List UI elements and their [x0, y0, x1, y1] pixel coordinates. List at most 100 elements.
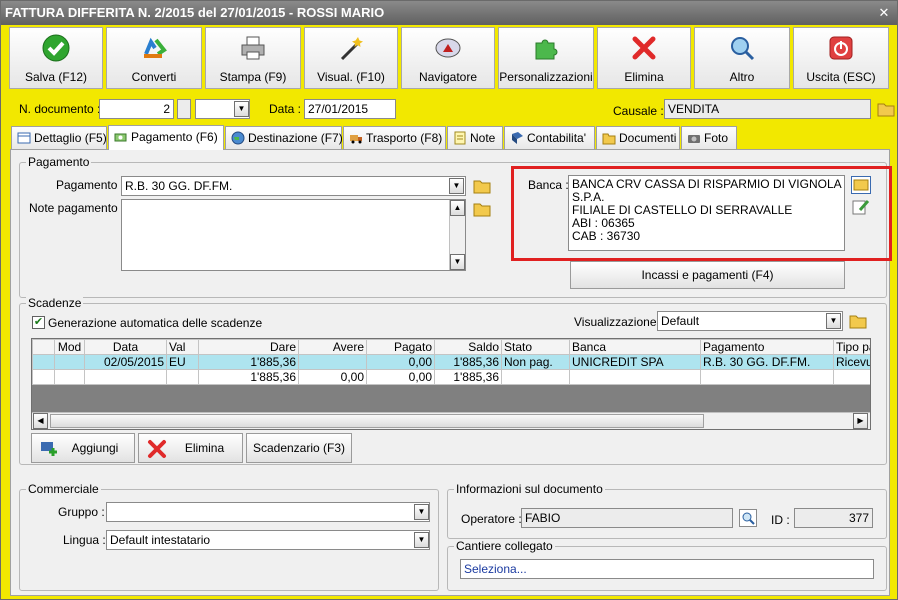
- preview-button[interactable]: Visual. (F10): [304, 27, 398, 89]
- table-row[interactable]: 02/05/2015 EU 1'885,36 0,00 1'885,36 Non…: [32, 354, 870, 370]
- tab-pagamento[interactable]: Pagamento (F6): [108, 125, 224, 150]
- commerciale-group-title: Commerciale: [26, 482, 101, 496]
- chevron-down-icon[interactable]: ▼: [449, 178, 464, 194]
- customize-button[interactable]: Personalizzazioni: [498, 27, 594, 89]
- folder-icon[interactable]: [473, 177, 491, 195]
- chevron-down-icon[interactable]: ▼: [414, 532, 429, 548]
- table-cell: 1'885,36: [198, 369, 299, 385]
- close-icon[interactable]: ✕: [877, 1, 891, 25]
- tab-trasporto[interactable]: Trasporto (F8): [343, 126, 446, 149]
- tab-foto[interactable]: Foto: [681, 126, 737, 149]
- more-button[interactable]: Altro: [694, 27, 790, 89]
- table-cell: 0,00: [366, 369, 435, 385]
- column-header[interactable]: Banca: [569, 339, 701, 355]
- tab-note[interactable]: Note: [447, 126, 503, 149]
- check-icon: [42, 34, 70, 62]
- exit-button[interactable]: Uscita (ESC): [793, 27, 889, 89]
- select-icon[interactable]: [851, 176, 871, 194]
- save-button-label: Salva (F12): [24, 70, 88, 84]
- convert-button[interactable]: Converti: [106, 27, 202, 89]
- table-cell: 1'885,36: [434, 369, 502, 385]
- note-label: Note pagamento :: [29, 201, 125, 215]
- scadenzario-button[interactable]: Scadenzario (F3): [246, 433, 352, 463]
- incassi-button[interactable]: Incassi e pagamenti (F4): [570, 261, 845, 289]
- banca-line: BANCA CRV CASSA DI RISPARMIO DI VIGNOLA …: [572, 177, 841, 204]
- add-scadenza-button[interactable]: Aggiungi: [31, 433, 135, 463]
- tab-foto-label: Foto: [704, 131, 729, 145]
- tab-pagamento-label: Pagamento (F6): [131, 130, 218, 144]
- causale-input[interactable]: VENDITA: [664, 99, 871, 119]
- save-button[interactable]: Salva (F12): [9, 27, 103, 89]
- convert-button-label: Converti: [131, 70, 177, 84]
- tab-destinazione[interactable]: Destinazione (F7): [225, 126, 343, 149]
- table-cell: EU: [166, 354, 199, 370]
- tab-documenti[interactable]: Documenti: [596, 126, 680, 149]
- camera-icon: [688, 135, 700, 143]
- book-icon: [512, 132, 523, 144]
- chevron-down-icon[interactable]: ▼: [450, 254, 465, 270]
- ndoc-spin[interactable]: [177, 99, 191, 119]
- table-cell: [298, 354, 367, 370]
- table-cell: 1'885,36: [198, 354, 299, 370]
- column-header[interactable]: Pagamento: [700, 339, 834, 355]
- money-icon: [114, 133, 127, 142]
- chevron-right-icon[interactable]: ▶: [853, 413, 868, 429]
- vis-label: Visualizzazione :: [574, 315, 664, 329]
- operatore-input[interactable]: FABIO: [521, 508, 733, 528]
- column-header[interactable]: Dare: [198, 339, 299, 355]
- column-header[interactable]: Saldo: [434, 339, 502, 355]
- delete-scadenza-button[interactable]: Elimina: [138, 433, 243, 463]
- chevron-down-icon[interactable]: ▼: [414, 504, 429, 520]
- date-input[interactable]: 27/01/2015: [304, 99, 396, 119]
- vis-select[interactable]: Default: [657, 311, 843, 331]
- folder-icon[interactable]: [473, 200, 491, 218]
- scrollbar-thumb[interactable]: [50, 414, 704, 428]
- column-header[interactable]: Val: [166, 339, 199, 355]
- delete-button[interactable]: Elimina: [597, 27, 691, 89]
- print-button[interactable]: Stampa (F9): [205, 27, 301, 89]
- gruppo-select[interactable]: [106, 502, 430, 522]
- cross-icon: [148, 440, 166, 458]
- add-row-icon: [41, 442, 57, 456]
- horizontal-scrollbar[interactable]: ◀ ▶: [32, 412, 870, 429]
- edit-icon[interactable]: [851, 198, 871, 216]
- tab-dettaglio-label: Dettaglio (F5): [34, 131, 107, 145]
- tab-documenti-label: Documenti: [619, 131, 677, 145]
- column-header[interactable]: Stato: [501, 339, 570, 355]
- note-textarea[interactable]: [121, 199, 466, 271]
- banca-textarea[interactable]: BANCA CRV CASSA DI RISPARMIO DI VIGNOLA …: [568, 175, 845, 251]
- column-header[interactable]: Pagato: [366, 339, 435, 355]
- gruppo-label: Gruppo :: [58, 505, 105, 519]
- tab-panel-pagamento: Pagamento Pagamento : R.B. 30 GG. DF.FM.…: [10, 149, 892, 596]
- auto-checkbox[interactable]: ✔: [32, 316, 45, 329]
- table-cell: UNICREDIT SPA: [569, 354, 701, 370]
- folder-icon[interactable]: [877, 100, 895, 118]
- tab-contabilita[interactable]: Contabilita': [504, 126, 595, 149]
- chevron-up-icon[interactable]: ▲: [450, 200, 465, 216]
- row-selector-header: [32, 339, 55, 355]
- column-header[interactable]: Avere: [298, 339, 367, 355]
- chevron-down-icon[interactable]: ▼: [826, 313, 841, 329]
- cantiere-selector[interactable]: Seleziona...: [460, 559, 874, 579]
- note-scrollbar[interactable]: ▲ ▼: [449, 200, 465, 270]
- navigator-button[interactable]: Navigatore: [401, 27, 495, 89]
- preview-button-label: Visual. (F10): [317, 70, 385, 84]
- delete-scadenza-label: Elimina: [184, 441, 225, 455]
- banca-label: Banca :: [528, 178, 569, 192]
- chevron-left-icon[interactable]: ◀: [33, 413, 48, 429]
- delete-button-label: Elimina: [624, 70, 664, 84]
- tab-dettaglio[interactable]: Dettaglio (F5): [11, 126, 107, 149]
- table-cell: 1'885,36: [434, 354, 502, 370]
- column-header[interactable]: Data: [84, 339, 167, 355]
- pagamento-select[interactable]: R.B. 30 GG. DF.FM.: [121, 176, 466, 196]
- folder-icon[interactable]: [849, 312, 867, 330]
- id-input: 377: [794, 508, 873, 528]
- chevron-down-icon[interactable]: ▼: [234, 101, 249, 117]
- row-selector[interactable]: [32, 354, 55, 370]
- table-cell: [833, 369, 870, 385]
- ndoc-input[interactable]: 2: [99, 99, 174, 119]
- lingua-select[interactable]: Default intestatario: [106, 530, 430, 550]
- column-header[interactable]: Mod: [54, 339, 85, 355]
- column-header[interactable]: Tipo pag.: [833, 339, 870, 355]
- magnifier-icon[interactable]: [739, 509, 757, 527]
